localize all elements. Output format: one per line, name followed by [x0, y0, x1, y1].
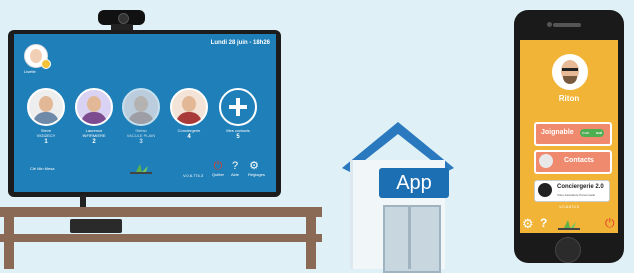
cabinet-leg	[306, 215, 316, 269]
phone-help-icon[interactable]: ?	[540, 216, 547, 230]
phone-logo-icon	[558, 220, 580, 230]
status-bar: Clé Min Mesa	[30, 166, 55, 171]
joignable-label: Joignable	[541, 129, 574, 136]
quit-button[interactable]: ⏻ Quitter	[212, 160, 224, 177]
phone-home-button[interactable]	[555, 237, 581, 263]
concierge-subtitle: Votre Assistante Personnelle	[557, 193, 596, 197]
house-door	[383, 205, 441, 273]
user-avatar[interactable]	[24, 44, 51, 69]
contact-number: 2	[92, 139, 96, 145]
joignable-button[interactable]: Joignable non oui	[534, 122, 612, 146]
logo-icon	[130, 164, 152, 174]
contacts-label: Contacts	[564, 157, 594, 164]
contact-number: 3	[139, 139, 143, 145]
contact-avatar-icon	[539, 154, 553, 168]
cabinet-shelf	[0, 234, 322, 242]
help-button[interactable]: ? Aide	[229, 160, 241, 177]
gear-icon: ⚙	[249, 160, 259, 172]
phone-power-icon[interactable]: ⏻	[605, 216, 615, 231]
phone-user-name: Riton	[558, 94, 580, 103]
availability-toggle[interactable]: non oui	[580, 129, 604, 137]
toggle-on-label: oui	[596, 130, 602, 135]
contact-photo	[170, 88, 208, 126]
quit-label: Quitter	[212, 172, 225, 177]
contact-number: 5	[236, 134, 240, 140]
power-icon: ⏻	[213, 160, 223, 172]
contact-name: Stefan VACULE PLAIN	[126, 128, 156, 138]
contact-photo	[75, 88, 113, 126]
phone-camera	[547, 22, 552, 27]
contact-name: Mes contacts	[226, 128, 250, 133]
app-sign: App	[379, 168, 449, 198]
contact-1[interactable]: Steve VIGIZECY 1	[26, 88, 66, 145]
contact-photo	[122, 88, 160, 126]
date-time: Lundi 28 juin - 18h26	[210, 40, 270, 46]
contact-name: Laurence INFIRMIERE	[82, 128, 106, 138]
contact-photo	[27, 88, 65, 126]
concierge-button[interactable]: Conciergerie 2.0 Votre Assistante Person…	[534, 180, 610, 202]
contacts-button[interactable]: Contacts	[534, 150, 612, 174]
concierge-title: Conciergerie 2.0	[557, 184, 604, 190]
contact-number: 4	[187, 134, 191, 140]
toggle-off-label: non	[582, 130, 590, 135]
contact-name: Steve VIGIZECY	[36, 128, 56, 138]
settings-label: Réglages	[248, 172, 265, 177]
contact-5[interactable]: Mes contacts 5	[218, 88, 258, 140]
phone-speaker	[553, 23, 581, 27]
version-label: V.0.6.774.3	[183, 173, 204, 178]
contact-name: Conciergerie	[177, 128, 201, 133]
settings-button[interactable]: ⚙ Réglages	[248, 160, 265, 177]
concierge-logo-icon	[538, 183, 552, 197]
contact-2[interactable]: Laurence INFIRMIERE 2	[74, 88, 114, 145]
contact-3[interactable]: Stefan VACULE PLAIN 3	[121, 88, 161, 145]
cabinet-top	[0, 207, 322, 217]
set-top-box	[70, 219, 122, 233]
plus-icon	[219, 88, 257, 126]
webcam	[98, 10, 145, 25]
house-door-divider	[408, 205, 411, 269]
cabinet-leg	[4, 215, 14, 269]
help-icon: ?	[231, 160, 239, 172]
contact-4[interactable]: Conciergerie 4	[169, 88, 209, 140]
help-label: Aide	[230, 172, 239, 177]
user-name: Lisette	[24, 69, 36, 74]
contact-number: 1	[44, 139, 48, 145]
phone-avatar[interactable]	[552, 54, 588, 90]
phone-gear-icon[interactable]: ⚙	[522, 216, 534, 232]
phone-version: V.0.6.674.0	[558, 204, 580, 209]
